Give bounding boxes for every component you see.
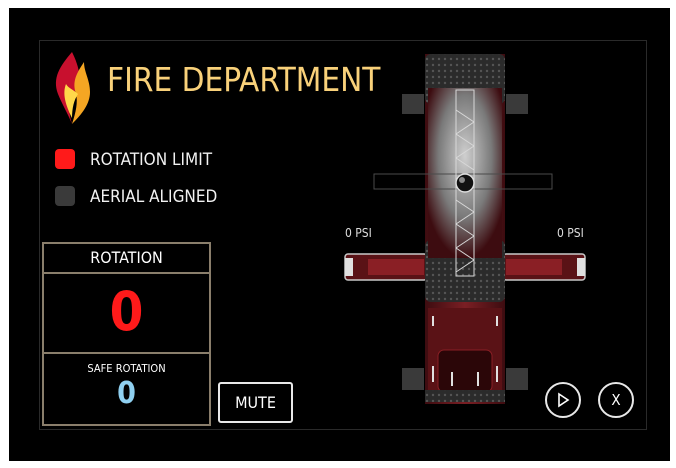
close-button[interactable]: X: [598, 382, 634, 418]
truck-diagram: [344, 54, 586, 404]
play-icon: [558, 392, 570, 408]
aerial-aligned-indicator: [55, 186, 75, 206]
play-button[interactable]: [545, 382, 581, 418]
flame-logo-icon: [55, 52, 90, 124]
rotation-limit-label: ROTATION LIMIT: [90, 150, 213, 170]
rotation-limit-indicator: [55, 149, 75, 169]
front-left-wheel: [402, 94, 424, 114]
mute-button[interactable]: MUTE: [218, 382, 293, 423]
rear-left-wheel: [402, 368, 424, 390]
aerial-aligned-label: AERIAL ALIGNED: [90, 187, 218, 207]
safe-rotation-label: SAFE ROTATION: [87, 362, 166, 375]
rotation-box: ROTATION 0 SAFE ROTATION 0: [42, 242, 211, 426]
rear-right-wheel: [506, 368, 528, 390]
front-right-wheel: [506, 94, 528, 114]
rotation-value: 0: [109, 280, 144, 343]
turntable-pivot: [455, 173, 475, 193]
rotation-title: ROTATION: [90, 248, 163, 267]
safe-rotation-value: 0: [117, 376, 136, 411]
